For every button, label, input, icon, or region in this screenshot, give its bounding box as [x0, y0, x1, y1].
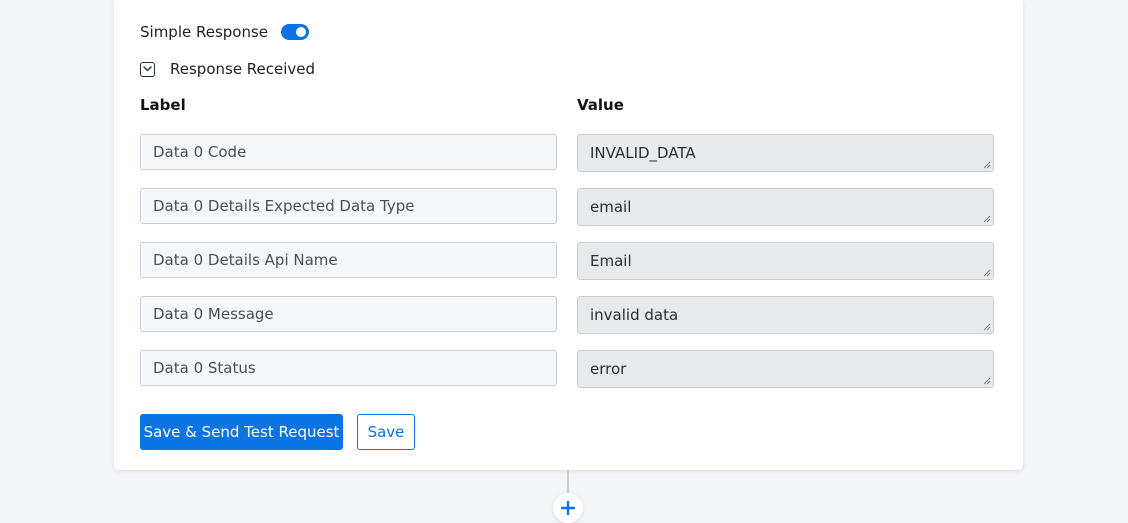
label-field[interactable]: Data 0 Code: [140, 134, 557, 170]
label-column-header: Label: [140, 96, 186, 114]
value-text: INVALID_DATA: [590, 144, 696, 162]
simple-response-row: Simple Response: [140, 20, 310, 44]
value-field[interactable]: email: [577, 188, 994, 226]
value-field[interactable]: invalid data: [577, 296, 994, 334]
plus-icon: [561, 501, 575, 515]
save-button[interactable]: Save: [357, 414, 415, 450]
toggle-knob: [296, 27, 307, 37]
label-field[interactable]: Data 0 Details Api Name: [140, 242, 557, 278]
value-field[interactable]: error: [577, 350, 994, 388]
resize-grip-icon[interactable]: [982, 376, 991, 385]
value-column-header: Value: [577, 96, 624, 114]
step-connector-line: [567, 470, 569, 494]
value-text: Email: [590, 252, 632, 270]
label-field[interactable]: Data 0 Status: [140, 350, 557, 386]
response-card: Simple Response Response Received Label …: [114, 0, 1023, 470]
value-field[interactable]: INVALID_DATA: [577, 134, 994, 172]
value-text: error: [590, 360, 627, 378]
add-step-button[interactable]: [553, 493, 583, 523]
resize-grip-icon[interactable]: [982, 160, 991, 169]
value-text: invalid data: [590, 306, 679, 324]
simple-response-toggle[interactable]: [281, 24, 310, 40]
response-received-label: Response Received: [170, 60, 316, 78]
chevron-down-icon[interactable]: [140, 61, 155, 77]
value-text: email: [590, 198, 632, 216]
response-received-row[interactable]: Response Received: [140, 58, 315, 80]
simple-response-label: Simple Response: [140, 23, 269, 41]
label-field[interactable]: Data 0 Message: [140, 296, 557, 332]
save-and-send-test-request-button[interactable]: Save & Send Test Request: [140, 414, 343, 450]
resize-grip-icon[interactable]: [982, 322, 991, 331]
value-field[interactable]: Email: [577, 242, 994, 280]
label-field[interactable]: Data 0 Details Expected Data Type: [140, 188, 557, 224]
resize-grip-icon[interactable]: [982, 214, 991, 223]
resize-grip-icon[interactable]: [982, 268, 991, 277]
